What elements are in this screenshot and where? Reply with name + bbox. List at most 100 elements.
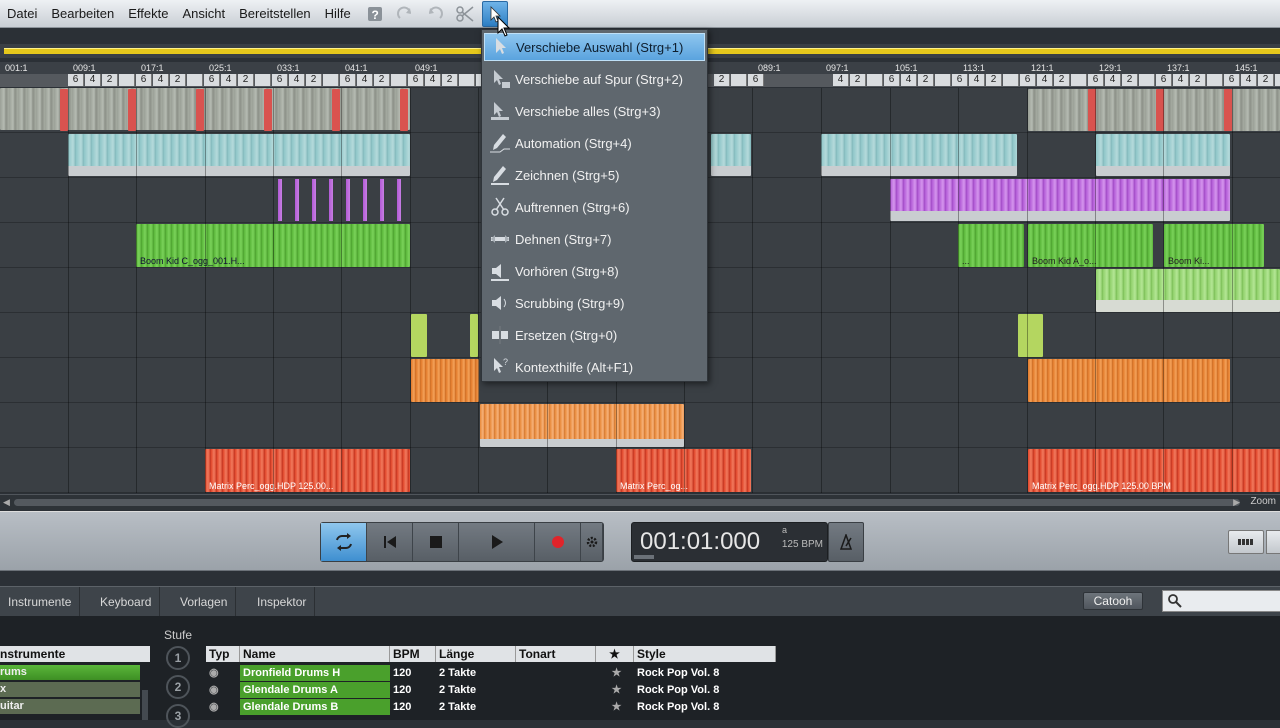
category-scrollbar[interactable] bbox=[142, 690, 148, 720]
bar-gridline bbox=[958, 88, 959, 493]
record-button[interactable] bbox=[535, 523, 581, 561]
col-laenge[interactable]: Länge bbox=[436, 646, 516, 662]
dropdown-item-label: Verschiebe alles (Strg+3) bbox=[515, 103, 661, 119]
teal-clip[interactable] bbox=[68, 134, 410, 176]
green-clip-boom-kid-a[interactable]: Boom Kid A_o... bbox=[1028, 224, 1153, 267]
menu-effekte[interactable]: Effekte bbox=[121, 0, 175, 28]
red-marker-clip[interactable] bbox=[196, 89, 204, 131]
green-clip-classic-kit[interactable]: Classic Kit N_ogg_001.HDP 125.00 bbox=[1096, 269, 1280, 312]
catooh-button[interactable]: Catooh bbox=[1083, 592, 1143, 610]
grey-drum-clip[interactable] bbox=[1028, 89, 1280, 131]
time-display[interactable]: 001:01:000 a 125 BPM bbox=[631, 522, 828, 562]
red-marker-clip[interactable] bbox=[332, 89, 340, 131]
star-icon[interactable]: ★ bbox=[596, 682, 634, 698]
table-row[interactable]: ◉ Glendale Drums B 120 2 Takte ★ Rock Po… bbox=[206, 699, 1280, 715]
dropdown-item-2[interactable]: Verschiebe auf Spur (Strg+2) bbox=[484, 65, 705, 93]
dropdown-item-8[interactable]: Vorhören (Strg+8) bbox=[484, 257, 705, 285]
menu-bereitstellen[interactable]: Bereitstellen bbox=[232, 0, 318, 28]
col-rating[interactable]: ★ bbox=[596, 646, 634, 662]
stufe-button-2[interactable]: 2 bbox=[166, 675, 190, 699]
tab-keyboard[interactable]: Keyboard bbox=[92, 587, 161, 617]
category-guitar[interactable]: uitar bbox=[0, 699, 140, 714]
orange-clip[interactable] bbox=[1028, 359, 1230, 402]
category-fx[interactable]: x bbox=[0, 682, 140, 697]
col-typ[interactable]: Typ bbox=[206, 646, 240, 662]
dropdown-item-9[interactable]: Scrubbing (Strg+9) bbox=[484, 289, 705, 317]
menu-datei[interactable]: Datei bbox=[0, 0, 44, 28]
orange-clip[interactable] bbox=[411, 359, 479, 402]
bpm-display[interactable]: 125 BPM bbox=[782, 539, 823, 550]
dropdown-item-3[interactable]: Verschiebe alles (Strg+3) bbox=[484, 97, 705, 125]
col-style[interactable]: Style bbox=[634, 646, 776, 662]
menu-ansicht[interactable]: Ansicht bbox=[175, 0, 232, 28]
red-marker-clip[interactable] bbox=[400, 89, 408, 131]
horizontal-scrollbar[interactable]: ◀ ▶ Zoom bbox=[0, 494, 1280, 510]
track-lane-9[interactable]: Matrix Perc_ogg.HDP 125.00... Matrix Per… bbox=[0, 448, 1280, 493]
table-row[interactable]: ◉ Glendale Drums A 120 2 Takte ★ Rock Po… bbox=[206, 682, 1280, 698]
orange-clip[interactable] bbox=[480, 404, 684, 447]
stufe-button-1[interactable]: 1 bbox=[166, 646, 190, 670]
green-clip-boom-ki[interactable]: Boom Ki... bbox=[1164, 224, 1264, 267]
purple-clip[interactable] bbox=[274, 179, 410, 221]
dropdown-item-10[interactable]: Ersetzen (Strg+0) bbox=[484, 321, 705, 349]
track-lane-8[interactable] bbox=[0, 403, 1280, 448]
bar-gridline bbox=[1027, 88, 1028, 493]
teal-clip[interactable] bbox=[711, 134, 751, 176]
col-bpm[interactable]: BPM bbox=[390, 646, 436, 662]
view-toggle-button[interactable] bbox=[1228, 530, 1264, 554]
search-input[interactable] bbox=[1162, 590, 1280, 612]
view-toggle-button-2[interactable] bbox=[1266, 530, 1280, 554]
position-slider[interactable] bbox=[634, 555, 654, 559]
category-drums[interactable]: rums bbox=[0, 665, 140, 680]
redo-icon[interactable] bbox=[392, 1, 418, 27]
dropdown-item-11[interactable]: ? Kontexthilfe (Alt+F1) bbox=[484, 353, 705, 381]
menu-hilfe[interactable]: Hilfe bbox=[318, 0, 358, 28]
dropdown-item-6[interactable]: Auftrennen (Strg+6) bbox=[484, 193, 705, 221]
yellowgreen-clip[interactable] bbox=[1018, 314, 1043, 357]
dropdown-item-5[interactable]: Zeichnen (Strg+5) bbox=[484, 161, 705, 189]
row-style: Rock Pop Vol. 8 bbox=[637, 684, 720, 696]
record-settings-button[interactable] bbox=[581, 523, 603, 561]
col-name[interactable]: Name bbox=[240, 646, 390, 662]
zoom-label[interactable]: Zoom bbox=[1250, 496, 1276, 507]
purple-clip[interactable] bbox=[890, 179, 1230, 221]
stufe-button-3[interactable]: 3 bbox=[166, 704, 190, 728]
red-clip-matrix-perc[interactable]: Matrix Perc_ogg.HDP 125.00... bbox=[205, 449, 410, 492]
tab-instrumente[interactable]: Instrumente bbox=[0, 587, 81, 617]
tab-inspektor[interactable]: Inspektor bbox=[249, 587, 316, 617]
dropdown-item-7[interactable]: Dehnen (Strg+7) bbox=[484, 225, 705, 253]
table-row[interactable]: ◉ Dronfield Drums H 120 2 Takte ★ Rock P… bbox=[206, 665, 1280, 681]
green-clip[interactable]: ... bbox=[958, 224, 1024, 267]
red-marker-clip[interactable] bbox=[128, 89, 136, 131]
metronome-button[interactable] bbox=[828, 522, 864, 562]
red-marker-clip[interactable] bbox=[60, 89, 68, 131]
rewind-button[interactable] bbox=[367, 523, 413, 561]
dropdown-item-4[interactable]: Automation (Strg+4) bbox=[484, 129, 705, 157]
scissors-icon[interactable] bbox=[452, 1, 478, 27]
bar-number: 001:1 bbox=[5, 63, 28, 73]
beat-marker: 4 bbox=[425, 74, 441, 86]
dropdown-item-1[interactable]: Verschiebe Auswahl (Strg+1) bbox=[484, 33, 705, 61]
scroll-right-icon[interactable]: ▶ bbox=[1233, 497, 1240, 508]
stop-button[interactable] bbox=[413, 523, 459, 561]
loop-button[interactable] bbox=[321, 523, 367, 561]
yellowgreen-clip[interactable] bbox=[411, 314, 427, 357]
tab-vorlagen[interactable]: Vorlagen bbox=[172, 587, 237, 617]
red-marker-clip[interactable] bbox=[1224, 89, 1232, 131]
yellowgreen-clip[interactable] bbox=[470, 314, 478, 357]
scroll-left-icon[interactable]: ◀ bbox=[3, 497, 10, 508]
help-icon[interactable]: ? bbox=[362, 1, 388, 27]
red-marker-clip[interactable] bbox=[264, 89, 272, 131]
play-button[interactable] bbox=[459, 523, 535, 561]
star-icon[interactable]: ★ bbox=[596, 699, 634, 715]
star-icon[interactable]: ★ bbox=[596, 665, 634, 681]
col-tonart[interactable]: Tonart bbox=[516, 646, 596, 662]
menu-bearbeiten[interactable]: Bearbeiten bbox=[44, 0, 121, 28]
row-style: Rock Pop Vol. 8 bbox=[637, 667, 720, 679]
transport-bar: 001:01:000 a 125 BPM bbox=[0, 511, 1280, 571]
move-all-icon bbox=[488, 99, 512, 123]
red-clip-matrix-perc[interactable]: Matrix Perc_ogg.HDP 125.00 BPM bbox=[1028, 449, 1280, 492]
scroll-thumb[interactable] bbox=[14, 499, 1240, 506]
teal-clip[interactable] bbox=[821, 134, 1017, 176]
undo-icon[interactable] bbox=[422, 1, 448, 27]
